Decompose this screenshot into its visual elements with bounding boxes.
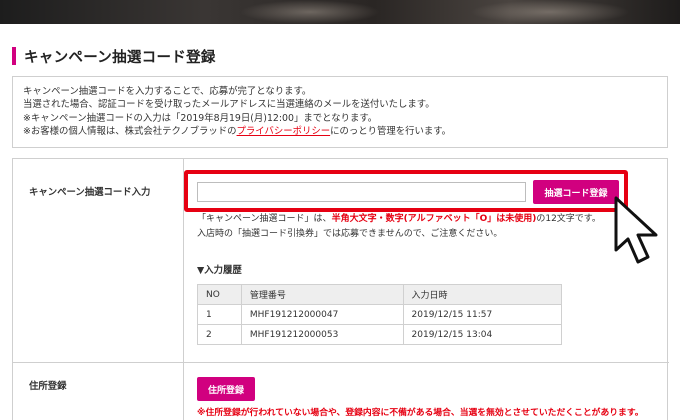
- history-cell-id: MHF191212000047: [240, 304, 404, 325]
- history-cell-no: 2: [197, 324, 242, 345]
- history-header-date: 入力日時: [402, 284, 563, 305]
- code-format-note: 「キャンペーン抽選コード」は、半角大文字・数字(アルファベット「O」は未使用)の…: [197, 213, 601, 226]
- page-title: キャンペーン抽選コード登録: [12, 46, 216, 66]
- code-warning-note: 入店時の「抽選コード引換券」では応募できませんので、ご注意ください。: [197, 229, 503, 239]
- history-header-id: 管理番号: [240, 284, 404, 305]
- history-cell-date: 2019/12/15 13:04: [402, 324, 563, 345]
- info-line-3: ※キャンペーン抽選コードの入力は「2019年8月19日(月)12:00」までとな…: [23, 112, 378, 124]
- page-title-text: キャンペーン抽選コード登録: [24, 49, 216, 66]
- info-line-4-suffix: にのっとり管理を行います。: [330, 126, 452, 138]
- history-cell-no: 1: [197, 304, 242, 325]
- code-row-label: キャンペーン抽選コード入力: [29, 187, 151, 198]
- history-cell-id: MHF191212000053: [240, 324, 404, 345]
- address-register-button[interactable]: 住所登録: [197, 377, 255, 401]
- history-title: ▼入力履歴: [197, 265, 242, 276]
- privacy-policy-link[interactable]: プライバシーポリシー: [237, 126, 331, 137]
- note-emphasis: 半角大文字・数字(アルファベット「O」は未使用): [331, 214, 537, 224]
- hero-banner: [0, 0, 680, 24]
- history-header-no: NO: [197, 284, 242, 305]
- note-prefix: 「キャンペーン抽選コード」は、: [197, 214, 332, 224]
- mouse-pointer-icon: [614, 196, 658, 264]
- info-line-2: 当選された場合、認証コードを受け取ったメールアドレスに当選連絡のメールを送付いた…: [23, 99, 435, 111]
- info-line-4: ※お客様の個人情報は、株式会社テクノブラッドのプライバシーポリシーにのっとり管理…: [23, 125, 657, 138]
- title-accent-bar: [12, 47, 16, 65]
- history-cell-date: 2019/12/15 11:57: [402, 304, 563, 325]
- address-row-label: 住所登録: [29, 381, 67, 392]
- note-suffix: の12文字です。: [536, 214, 601, 224]
- history-table: NO 管理番号 入力日時 1 MHF191212000047 2019/12/1…: [197, 284, 563, 345]
- address-warning-note: ※住所登録が行われていない場合や、登録内容に不備がある場合、当選を無効とさせてい…: [197, 408, 644, 418]
- highlight-frame: [184, 170, 628, 212]
- info-line-4-prefix: ※お客様の個人情報は、株式会社テクノブラッドの: [23, 126, 237, 138]
- info-line-1: キャンペーン抽選コードを入力することで、応募が完了となります。: [23, 86, 312, 97]
- table-row: 1 MHF191212000047 2019/12/15 11:57: [197, 304, 563, 325]
- table-row: 2 MHF191212000053 2019/12/15 13:04: [197, 324, 563, 345]
- info-box: キャンペーン抽選コードを入力することで、応募が完了となります。 当選された場合、…: [12, 76, 668, 148]
- history-header-row: NO 管理番号 入力日時: [197, 284, 563, 305]
